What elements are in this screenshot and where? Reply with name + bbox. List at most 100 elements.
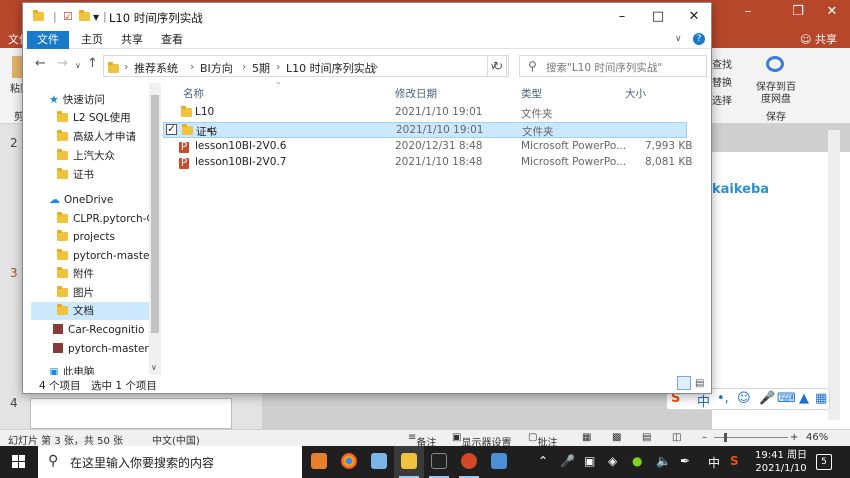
scroll-down-icon[interactable]: ∨	[151, 363, 157, 372]
recent-locations-icon[interactable]: ∨	[75, 61, 81, 70]
nav-item[interactable]: L2 SQL使用	[57, 109, 131, 127]
breadcrumb-separator[interactable]: ›	[190, 60, 194, 73]
zoom-in-icon[interactable]: +	[790, 432, 798, 443]
taskbar-search[interactable]: ⚲ 在这里输入你要搜索的内容	[38, 446, 302, 478]
breadcrumb-item[interactable]: 5期	[252, 60, 270, 76]
display-settings-button[interactable]: ▣ 显示器设置	[452, 432, 511, 449]
nav-item[interactable]: projects	[57, 228, 115, 246]
zoom-slider-thumb[interactable]	[724, 433, 727, 442]
file-row[interactable]: L10 2021/1/10 19:01 文件夹	[163, 105, 687, 121]
refresh-button[interactable]: ↻	[487, 55, 509, 77]
chrome-app[interactable]	[334, 446, 364, 478]
sogou-tray-icon[interactable]: S	[730, 454, 739, 468]
ime-indicator[interactable]: 中	[708, 454, 720, 471]
search-input[interactable]: 搜索"L10 时间序列实战"	[546, 60, 662, 75]
large-icons-view-icon[interactable]: ▤	[695, 378, 704, 389]
scrollbar-thumb[interactable]	[151, 95, 159, 333]
breadcrumb-item[interactable]: BI方向	[200, 60, 233, 76]
emoji-icon[interactable]: ☺	[737, 391, 751, 406]
nav-item[interactable]: pytorch-master	[57, 247, 149, 265]
language-indicator[interactable]: 中文(中国)	[152, 432, 200, 447]
breadcrumb-item[interactable]: L10 时间序列实战	[286, 60, 376, 76]
show-hidden-icons-icon[interactable]: ⌃	[538, 454, 548, 468]
nav-this-pc[interactable]: ▣ 此电脑	[49, 363, 94, 375]
terminal-app[interactable]	[424, 446, 454, 478]
nav-item[interactable]: 证书	[57, 166, 94, 184]
tab-home[interactable]: 主页	[71, 31, 113, 49]
start-button[interactable]	[0, 446, 38, 478]
breadcrumb-item[interactable]: 推荐系统	[134, 60, 178, 76]
file-row[interactable]: P lesson10BI-2V0.7 2021/1/10 18:48 Micro…	[163, 155, 693, 171]
back-icon[interactable]: ←	[35, 56, 46, 71]
zoom-level[interactable]: 46%	[806, 432, 828, 443]
nav-quick-access[interactable]: ★ 快速访问	[49, 91, 105, 109]
zoom-out-icon[interactable]: –	[702, 432, 707, 443]
skin-icon[interactable]: ▲	[799, 391, 809, 406]
notes-button[interactable]: ≡ 备注	[408, 432, 436, 449]
sublime-text-app[interactable]	[304, 446, 334, 478]
tray-app-icon[interactable]: ●	[632, 454, 642, 468]
notification-center-icon[interactable]: 5	[816, 454, 832, 470]
keyboard-icon[interactable]: ⌨	[777, 391, 796, 406]
pen-icon[interactable]: ✒	[680, 454, 690, 468]
tray-app-icon[interactable]: ▣	[584, 454, 595, 468]
powerpoint-app[interactable]	[454, 446, 484, 478]
maximize-icon[interactable]: □	[641, 3, 675, 31]
reading-view-icon[interactable]: ▤	[642, 432, 651, 443]
properties-icon[interactable]: ☑	[63, 10, 73, 23]
close-icon[interactable]: ✕	[812, 4, 850, 19]
tab-share[interactable]: 共享	[111, 31, 153, 49]
ppt-share-button[interactable]: ☺ 共享	[800, 31, 837, 47]
find-button[interactable]: 查找	[712, 56, 732, 71]
breadcrumb-separator[interactable]: ›	[374, 60, 378, 73]
search-box[interactable]: ⚲ 搜索"L10 时间序列实战"	[519, 55, 707, 77]
nav-item[interactable]: 图片	[57, 284, 94, 302]
file-row[interactable]: P lesson10BI-2V0.6 2020/12/31 8:48 Micro…	[163, 139, 693, 155]
slide-thumbnail[interactable]	[30, 398, 232, 429]
select-button[interactable]: 选择	[712, 92, 732, 107]
address-bar[interactable]: › 推荐系统 › BI方向 › 5期 › L10 时间序列实战 › ∨	[103, 55, 507, 77]
taskbar-search-input[interactable]: 在这里输入你要搜索的内容	[70, 454, 214, 471]
microphone-icon[interactable]: 🎤	[560, 454, 575, 468]
toolbox-icon[interactable]: ▦	[815, 391, 827, 406]
nav-item[interactable]: CLPR.pytorch-C	[57, 210, 149, 228]
tab-view[interactable]: 查看	[151, 31, 193, 49]
file-explorer-app[interactable]	[394, 446, 424, 478]
tray-app-icon[interactable]: ◈	[608, 454, 617, 468]
column-type[interactable]: 类型	[521, 83, 542, 105]
volume-icon[interactable]: 🔈	[656, 454, 671, 468]
baidu-cloud-icon[interactable]	[766, 56, 784, 72]
clock[interactable]: 19:41 周日 2021/1/10	[752, 449, 810, 475]
comments-button[interactable]: ▢ 批注	[528, 432, 557, 449]
nav-onedrive[interactable]: ☁ OneDrive	[49, 191, 113, 209]
expand-ribbon-icon[interactable]: ∨	[675, 34, 682, 44]
breadcrumb-separator[interactable]: ›	[242, 60, 246, 73]
forward-icon[interactable]: →	[57, 56, 68, 71]
network-app[interactable]	[484, 446, 514, 478]
close-icon[interactable]: ✕	[677, 3, 711, 31]
column-name[interactable]: 名称	[183, 83, 204, 105]
nav-item[interactable]: 上汽大众	[57, 147, 115, 165]
punctuation-icon[interactable]: •,	[717, 391, 729, 406]
slide-scrollbar[interactable]	[828, 130, 840, 420]
breadcrumb-separator[interactable]: ›	[276, 60, 280, 73]
up-icon[interactable]: ↑	[87, 56, 98, 71]
column-size[interactable]: 大小	[625, 83, 646, 105]
slide-sorter-icon[interactable]: ▩	[612, 432, 621, 443]
minimize-icon[interactable]: –	[605, 3, 639, 31]
file-row-selected[interactable]: ✓ 证书 ↖ 2021/1/10 19:01 文件夹	[163, 122, 687, 138]
minimize-icon[interactable]: –	[728, 4, 768, 19]
nav-item[interactable]: 高级人才申请	[57, 128, 136, 146]
normal-view-icon[interactable]: ▦	[582, 432, 591, 443]
new-folder-icon[interactable]	[79, 10, 90, 23]
nav-item[interactable]: pytorch-master	[53, 340, 149, 358]
replace-button[interactable]: 替换	[712, 74, 732, 89]
nav-item[interactable]: 附件	[57, 265, 94, 283]
nav-scrollbar[interactable]: ∨	[149, 83, 161, 375]
microphone-icon[interactable]: 🎤	[759, 391, 775, 406]
column-modified[interactable]: 修改日期	[395, 83, 437, 105]
quick-access-dropdown-icon[interactable]: ▼	[93, 13, 99, 22]
breadcrumb-separator[interactable]: ›	[124, 60, 128, 73]
nav-item[interactable]: Car-Recognitio	[53, 321, 149, 339]
nav-item-selected[interactable]: 文档	[31, 302, 149, 320]
